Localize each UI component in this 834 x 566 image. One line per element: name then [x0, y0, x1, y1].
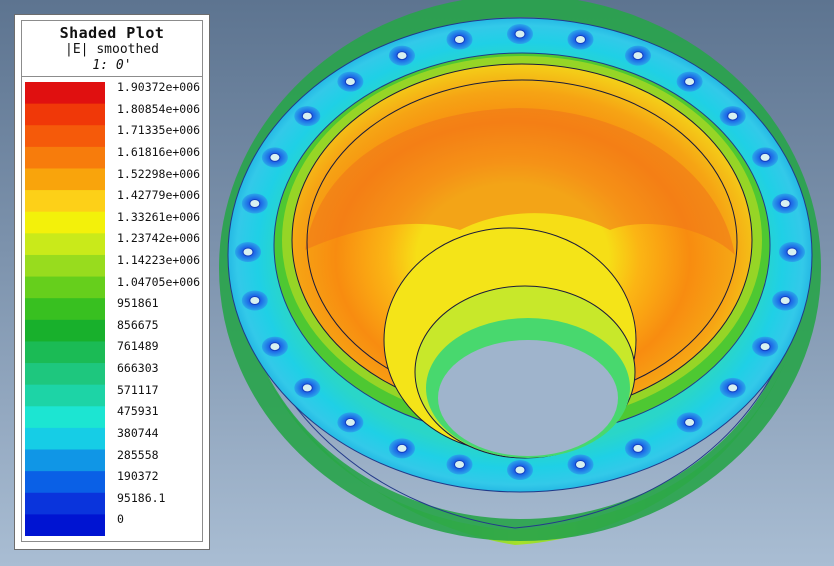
- scale-label: 95186.1: [117, 490, 166, 505]
- color-band: [25, 514, 105, 536]
- color-band: [25, 254, 105, 278]
- bolt-hole-bore: [779, 296, 791, 305]
- scale-label: 285558: [117, 447, 159, 462]
- bolt-hole-bore: [786, 247, 798, 257]
- bolt-hole-bore: [727, 383, 739, 393]
- scale-label: 951861: [117, 296, 159, 311]
- bolt-hole-bore: [454, 460, 465, 469]
- bolt-hole-bore: [396, 51, 408, 61]
- color-band: [25, 211, 105, 234]
- color-band: [25, 492, 105, 515]
- scale-label: 0: [117, 512, 124, 527]
- color-band: [25, 341, 105, 364]
- color-band: [25, 298, 105, 321]
- bolt-hole-bore: [249, 199, 261, 208]
- scale-label: 1.71335e+006: [117, 123, 201, 138]
- color-band: [25, 319, 105, 342]
- bolt-hole-bore: [759, 152, 771, 162]
- scale-label: 761489: [117, 339, 159, 354]
- scale-label: 190372: [117, 469, 159, 484]
- color-band: [25, 449, 105, 472]
- scale-label: 1.04705e+006: [117, 274, 201, 289]
- bolt-hole-bore: [396, 443, 408, 453]
- legend-panel: Shaded Plot |E| smoothed 1: 0' 1.90372e+…: [14, 14, 210, 550]
- bolt-hole-bore: [727, 111, 739, 121]
- bolt-hole-bore: [514, 465, 526, 475]
- bolt-hole-bore: [632, 51, 644, 61]
- color-band: [25, 190, 105, 213]
- color-band: [25, 427, 105, 451]
- bolt-hole-bore: [301, 383, 313, 393]
- color-band: [25, 233, 105, 256]
- scale-label: 666303: [117, 361, 159, 375]
- scale-label: 1.90372e+006: [117, 80, 201, 94]
- bolt-hole-bore: [759, 342, 771, 352]
- color-band: [25, 471, 105, 494]
- legend-quantity: |E| smoothed: [22, 42, 202, 57]
- bolt-hole-bore: [454, 35, 465, 44]
- scale-label: 1.33261e+006: [117, 209, 201, 224]
- scale-label: 380744: [117, 425, 159, 440]
- color-band: [25, 103, 105, 126]
- bolt-hole-bore: [344, 77, 356, 87]
- color-scale-bar: [25, 82, 105, 536]
- legend-title: Shaded Plot: [59, 24, 165, 42]
- legend-quantity-mark: |E|: [65, 42, 89, 57]
- scale-label: 1.80854e+006: [117, 101, 201, 116]
- bolt-hole-bore: [575, 460, 586, 469]
- fem-model-view[interactable]: [210, 0, 834, 566]
- color-band: [25, 168, 105, 191]
- bolt-hole-bore: [249, 296, 261, 305]
- scale-label: 1.61816e+006: [117, 144, 201, 159]
- scale-label: 1.23742e+006: [117, 231, 201, 246]
- bolt-hole-bore: [632, 443, 644, 453]
- legend-step: 1: 0': [92, 58, 132, 73]
- bolt-hole-bore: [684, 417, 696, 427]
- bolt-hole-bore: [779, 199, 791, 208]
- color-band: [25, 276, 105, 299]
- bolt-hole-bore: [514, 29, 526, 39]
- scale-label: 1.14223e+006: [117, 253, 201, 267]
- color-band: [25, 82, 105, 105]
- scale-label: 475931: [117, 404, 159, 419]
- scale-label: 1.52298e+006: [117, 166, 201, 181]
- color-band: [25, 384, 105, 407]
- scale-label: 1.42779e+006: [117, 188, 201, 203]
- color-band: [25, 146, 105, 169]
- bolt-hole-bore: [269, 152, 281, 162]
- color-band: [25, 406, 105, 429]
- bolt-hole-bore: [242, 247, 254, 257]
- center-hole: [438, 340, 618, 456]
- legend-quantity-label: smoothed: [96, 42, 159, 57]
- color-band: [25, 363, 105, 386]
- bolt-hole-bore: [575, 35, 586, 44]
- bolt-hole-bore: [684, 77, 696, 87]
- legend-frame: Shaded Plot |E| smoothed 1: 0' 1.90372e+…: [21, 20, 203, 542]
- bolt-hole-bore: [301, 111, 313, 121]
- legend-divider: [22, 76, 202, 77]
- bolt-hole-bore: [344, 417, 356, 427]
- color-band: [25, 125, 105, 148]
- bolt-hole-bore: [269, 342, 281, 352]
- scale-label: 856675: [117, 317, 159, 332]
- scale-label: 571117: [117, 382, 159, 397]
